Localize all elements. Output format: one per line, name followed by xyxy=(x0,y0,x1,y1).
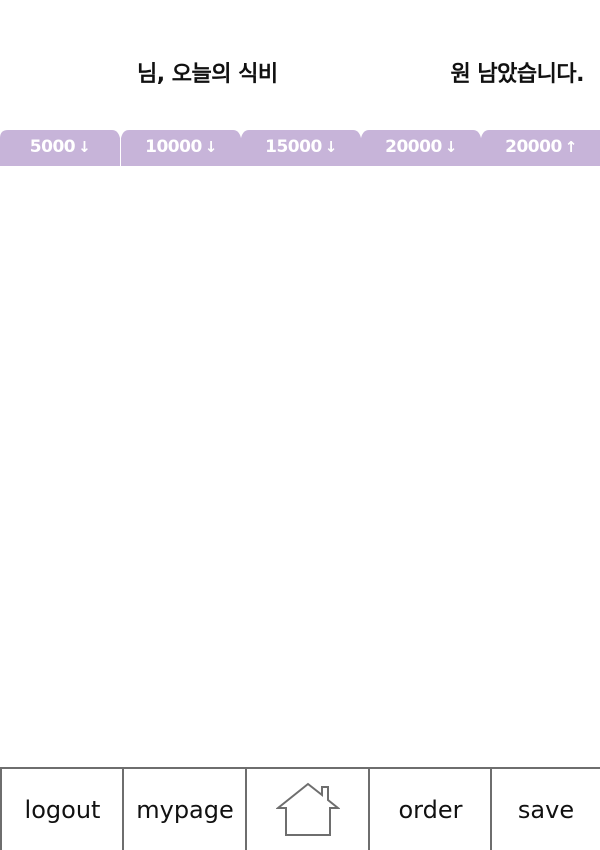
tab-label: 20000 xyxy=(505,137,562,157)
bottom-navigation: logout mypage order save xyxy=(0,767,600,850)
budget-text-suffix: 원 남았습니다. xyxy=(450,62,585,87)
tab-under-15000[interactable]: 15000 ↓ xyxy=(241,128,361,166)
arrow-down-icon: ↓ xyxy=(78,138,91,156)
order-button[interactable]: order xyxy=(368,769,491,850)
tab-under-20000[interactable]: 20000 ↓ xyxy=(361,128,481,166)
arrow-down-icon: ↓ xyxy=(444,138,458,156)
logout-button[interactable]: logout xyxy=(0,769,123,850)
tab-label: 10000 xyxy=(145,137,202,157)
save-button[interactable]: save xyxy=(490,769,600,850)
budget-text-prefix: 님, 오늘의 식비 xyxy=(137,62,278,87)
tab-label: 5000 xyxy=(29,137,76,157)
tab-label: 20000 xyxy=(385,137,442,157)
home-button[interactable] xyxy=(245,769,369,850)
header: 님, 오늘의 식비 원 남았습니다. xyxy=(0,50,600,90)
mypage-button[interactable]: mypage xyxy=(122,769,246,850)
arrow-up-icon: ↑ xyxy=(564,138,578,156)
tab-label: 15000 xyxy=(265,137,322,157)
arrow-down-icon: ↓ xyxy=(204,138,218,156)
tab-under-10000[interactable]: 10000 ↓ xyxy=(121,128,241,166)
price-filter-tabs: 5000 ↓ 10000 ↓ 15000 ↓ 20000 ↓ 20000 ↑ xyxy=(0,128,600,166)
tab-under-5000[interactable]: 5000 ↓ xyxy=(0,128,120,166)
arrow-down-icon: ↓ xyxy=(324,138,338,156)
home-icon xyxy=(276,782,340,836)
tab-over-20000[interactable]: 20000 ↑ xyxy=(481,128,600,166)
